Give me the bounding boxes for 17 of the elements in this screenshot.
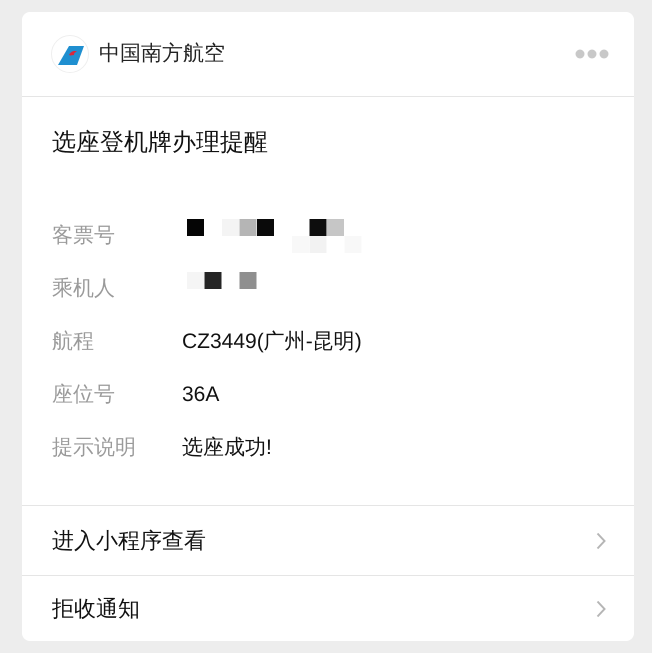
more-icon[interactable]: [575, 49, 609, 59]
field-label: 提示说明: [52, 434, 137, 461]
airline-logo-icon: [51, 35, 89, 73]
account-name: 中国南方航空: [99, 41, 225, 68]
chevron-right-icon: [596, 600, 606, 618]
field-label: 座位号: [52, 382, 116, 408]
pixelated-redaction-drawing: [187, 272, 256, 289]
field-value: 36A: [182, 382, 220, 408]
field-value: 选座成功!: [182, 434, 272, 461]
chevron-right-icon: [596, 532, 606, 550]
field-label: 客票号: [52, 222, 116, 249]
action-row[interactable]: 进入小程序查看: [22, 505, 634, 575]
field-label: 乘机人: [52, 276, 116, 302]
field-value: CZ3449(广州-昆明): [182, 328, 362, 355]
field-label: 航程: [52, 328, 95, 355]
action-row[interactable]: 拒收通知: [22, 575, 634, 641]
message-title: 选座登机牌办理提醒: [52, 128, 269, 158]
